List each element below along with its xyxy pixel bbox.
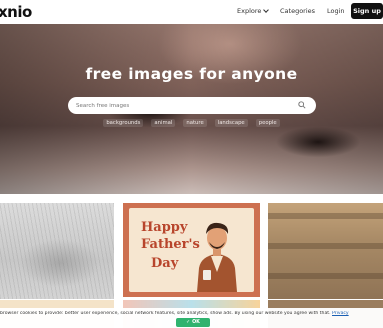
chevron-down-icon (263, 7, 270, 13)
hieroglyph-band (268, 243, 383, 249)
search-bar[interactable] (68, 97, 316, 114)
hieroglyph-band (268, 213, 383, 219)
image-tile-sketch[interactable] (0, 203, 114, 299)
cookie-message: browser cookies to provide: better user … (0, 311, 332, 316)
card-text: Day (151, 256, 179, 271)
cookie-text: browser cookies to provide: better user … (0, 311, 383, 316)
card-text: Happy (141, 220, 188, 235)
man-illustration (197, 222, 237, 292)
check-icon: ✓ (186, 320, 191, 325)
nav-explore[interactable]: Explore (237, 7, 270, 15)
nav-explore-label: Explore (237, 7, 262, 15)
page: xnio Explore Categories Login Sign up fr… (0, 0, 383, 328)
cookie-ok-button[interactable]: ✓ OK (176, 318, 210, 327)
image-tile-egyptian-art[interactable] (268, 203, 383, 299)
hero-banner: free images for anyone backgrounds anima… (0, 24, 383, 194)
tag-link[interactable]: animal (151, 119, 176, 127)
hero-title: free images for anyone (85, 65, 298, 83)
top-header: xnio Explore Categories Login Sign up (0, 0, 383, 24)
tag-link[interactable]: nature (183, 119, 207, 127)
search-icon[interactable] (298, 101, 306, 109)
tag-link[interactable]: backgrounds (103, 119, 144, 127)
cookie-banner: browser cookies to provide: better user … (0, 308, 383, 328)
popular-tags: backgrounds animal nature landscape peop… (0, 119, 383, 127)
search-input[interactable] (76, 102, 296, 109)
signup-button[interactable]: Sign up (351, 3, 383, 19)
nav-categories[interactable]: Categories (280, 7, 315, 15)
privacy-link[interactable]: Privacy (332, 311, 349, 316)
tag-link[interactable]: people (255, 119, 280, 127)
card-illustration: Happy Father's Day (129, 208, 254, 292)
hieroglyph-band (268, 273, 383, 279)
login-link[interactable]: Login (327, 7, 345, 15)
image-tile-fathers-day[interactable]: Happy Father's Day (123, 203, 260, 297)
tag-link[interactable]: landscape (214, 119, 248, 127)
site-logo[interactable]: xnio (0, 3, 32, 21)
cookie-ok-label: OK (192, 320, 200, 325)
